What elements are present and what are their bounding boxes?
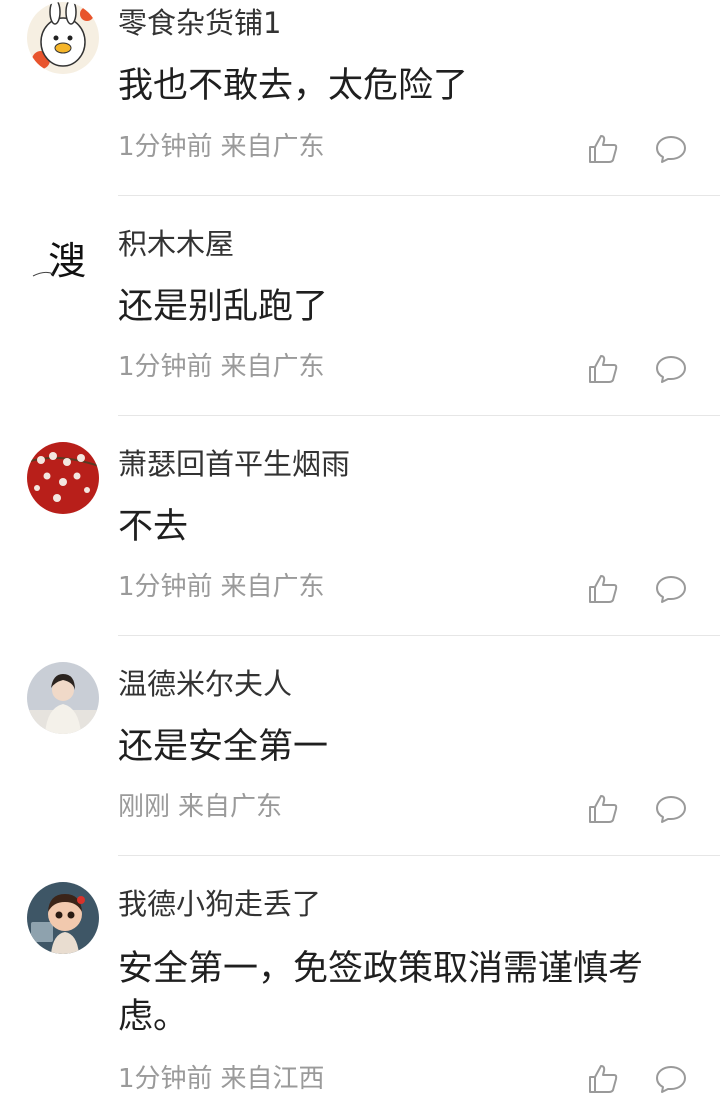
thumbs-up-icon: [589, 795, 618, 823]
comment-text: 安全第一，免签政策取消需谨慎考虑。: [118, 949, 644, 1037]
username[interactable]: 我德小狗走丢了: [118, 886, 321, 922]
comment-time: 刚刚: [118, 792, 171, 822]
comment-item: 萧瑟回首平生烟雨 不去 1分钟前 来自广东: [0, 416, 720, 636]
like-button[interactable]: [586, 1062, 620, 1096]
comment-location: 来自广东: [178, 792, 283, 822]
comment-item: 零食杂货铺1 我也不敢去，太危险了 1分钟前 来自广东: [0, 0, 720, 196]
comment-text: 还是别乱跑了: [118, 287, 329, 327]
comment-bubble-icon: [656, 796, 686, 823]
username[interactable]: 温德米尔夫人: [118, 666, 292, 702]
avatar[interactable]: 溲: [27, 226, 99, 298]
avatar-char: 溲: [48, 239, 86, 283]
reply-button[interactable]: [654, 792, 688, 826]
like-button[interactable]: [586, 572, 620, 606]
username[interactable]: 萧瑟回首平生烟雨: [118, 446, 350, 482]
comment-time: 1分钟前: [118, 1064, 213, 1094]
avatar[interactable]: [27, 882, 99, 954]
comment-location: 来自广东: [220, 132, 325, 162]
comment-bubble-icon: [656, 1066, 686, 1093]
comment-bubble-icon: [656, 576, 686, 603]
like-button[interactable]: [586, 352, 620, 386]
comment-location: 来自广东: [220, 572, 325, 602]
comment-meta: 1分钟前 来自江西: [118, 1062, 325, 1096]
comment-meta: 刚刚 来自广东: [118, 790, 282, 824]
reply-button[interactable]: [654, 352, 688, 386]
reply-button[interactable]: [654, 132, 688, 166]
like-button[interactable]: [586, 792, 620, 826]
comment-item: 我德小狗走丢了 安全第一，免签政策取消需谨慎考虑。 1分钟前 来自江西: [0, 856, 720, 1104]
comment-time: 1分钟前: [118, 132, 213, 162]
avatar[interactable]: [27, 2, 99, 74]
comment-item: 温德米尔夫人 还是安全第一 刚刚 来自广东: [0, 636, 720, 856]
comment-text: 不去: [118, 507, 189, 547]
avatar[interactable]: [27, 442, 99, 514]
comment-time: 1分钟前: [118, 572, 213, 602]
reply-button[interactable]: [654, 572, 688, 606]
username[interactable]: 零食杂货铺1: [118, 5, 281, 41]
like-button[interactable]: [586, 132, 620, 166]
thumbs-up-icon: [589, 135, 618, 163]
comment-meta: 1分钟前 来自广东: [118, 570, 325, 604]
reply-button[interactable]: [654, 1062, 688, 1096]
comment-text: 还是安全第一: [118, 727, 329, 767]
comment-bubble-icon: [656, 356, 686, 383]
comment-text: 我也不敢去，太危险了: [118, 66, 469, 106]
comment-time: 1分钟前: [118, 352, 213, 382]
thumbs-up-icon: [589, 355, 618, 383]
avatar[interactable]: [27, 662, 99, 734]
comment-meta: 1分钟前 来自广东: [118, 350, 325, 384]
comment-bubble-icon: [656, 136, 686, 163]
username[interactable]: 积木木屋: [118, 226, 234, 262]
comment-item: 溲 积木木屋 还是别乱跑了 1分钟前 来自广东: [0, 196, 720, 416]
comment-meta: 1分钟前 来自广东: [118, 130, 325, 164]
thumbs-up-icon: [589, 575, 618, 603]
comment-location: 来自江西: [220, 1064, 325, 1094]
comment-location: 来自广东: [220, 352, 325, 382]
thumbs-up-icon: [589, 1065, 618, 1093]
